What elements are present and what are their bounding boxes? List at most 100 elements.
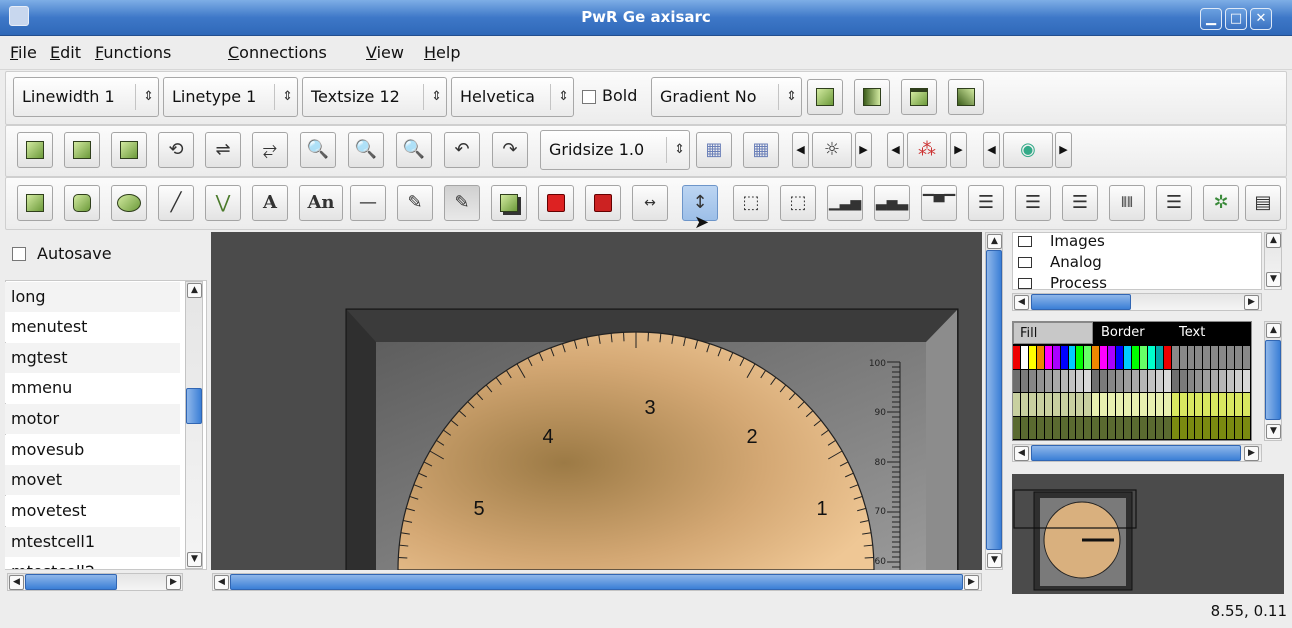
tree-item-process[interactable]: Process [1018, 275, 1107, 289]
color-palette-button[interactable]: ◉ [1003, 132, 1053, 168]
list-item[interactable]: movet [5, 465, 180, 495]
color-swatch[interactable] [1139, 346, 1147, 369]
color-swatch[interactable] [1203, 416, 1211, 439]
scroll-right-icon[interactable]: ▶ [1244, 295, 1259, 310]
fill-style-button-1[interactable] [807, 79, 843, 115]
color-swatch[interactable] [1044, 369, 1052, 392]
color-swatch[interactable] [1179, 393, 1187, 416]
color-swatch[interactable] [1139, 416, 1147, 439]
scroll-up-icon[interactable]: ▲ [187, 283, 202, 298]
color-swatch[interactable] [1235, 393, 1243, 416]
zoom-in-button[interactable]: 🔍 [300, 132, 336, 168]
mirror-button[interactable]: ⇌ [205, 132, 241, 168]
color-swatch[interactable] [1147, 393, 1155, 416]
flip-button[interactable]: ⥂ [252, 132, 288, 168]
rounded-rect-tool[interactable] [64, 185, 100, 221]
scroll-right-icon[interactable]: ▶ [166, 575, 181, 590]
autosave-checkbox[interactable] [12, 247, 26, 261]
list-item[interactable]: movesub [5, 435, 180, 465]
edit-tool[interactable]: ✎ [397, 185, 433, 221]
color-swatch[interactable] [1235, 346, 1243, 369]
push-tool[interactable] [585, 185, 621, 221]
color-swatch[interactable] [1155, 393, 1163, 416]
polyline-tool[interactable]: ⋁ [205, 185, 241, 221]
color-swatch[interactable] [1028, 416, 1036, 439]
rectangle-tool[interactable] [17, 185, 53, 221]
list-item[interactable]: menutest [5, 312, 180, 342]
list-item[interactable]: long [5, 282, 180, 312]
color-swatch[interactable] [1227, 346, 1235, 369]
color-swatch[interactable] [1227, 393, 1235, 416]
line-tool[interactable]: ╱ [158, 185, 194, 221]
pop-tool[interactable] [538, 185, 574, 221]
align-center-tool[interactable]: ▃▅▃ [874, 185, 910, 221]
color-swatch[interactable] [1219, 416, 1227, 439]
scroll-left-icon[interactable]: ◀ [1014, 446, 1029, 461]
canvas-hscroll-thumb[interactable] [230, 574, 963, 590]
color-swatch[interactable] [1076, 369, 1084, 392]
close-icon[interactable]: ✕ [1250, 8, 1272, 30]
color-swatch[interactable] [1132, 393, 1139, 416]
scroll-right-icon[interactable]: ▶ [964, 575, 979, 590]
list-item[interactable]: mmenu [5, 373, 180, 403]
color-swatch[interactable] [1187, 416, 1195, 439]
color-swatch[interactable] [1052, 416, 1060, 439]
ungroup-tool[interactable]: ⬚ [780, 185, 816, 221]
scroll-up-icon[interactable]: ▲ [987, 234, 1002, 249]
color-swatch[interactable] [1068, 393, 1076, 416]
gradient-combo[interactable]: Gradient No ⇕ [651, 77, 802, 117]
tree-item-analog[interactable]: Analog [1018, 252, 1102, 272]
color-palette-down-button[interactable]: ◀ [983, 132, 1000, 168]
canvas-vscroll-thumb[interactable] [986, 250, 1002, 550]
color-swatch[interactable] [1100, 393, 1108, 416]
color-swatch[interactable] [1116, 369, 1124, 392]
navigator-preview[interactable] [1012, 474, 1284, 594]
color-swatch[interactable] [1203, 393, 1211, 416]
color-swatch[interactable] [1013, 416, 1020, 439]
color-swatch[interactable] [1036, 346, 1044, 369]
show-grid-button[interactable]: ▦ [696, 132, 732, 168]
subgraph-tool[interactable]: ✲ [1203, 185, 1239, 221]
align-bottom-tool[interactable]: ▁▃▅ [827, 185, 863, 221]
color-swatch[interactable] [1052, 393, 1060, 416]
color-swatch[interactable] [1187, 369, 1195, 392]
color-swatch[interactable] [1124, 346, 1131, 369]
menu-edit[interactable]: Edit [50, 42, 81, 64]
color-swatch[interactable] [1179, 416, 1187, 439]
color-swatch[interactable] [1219, 346, 1227, 369]
color-swatch[interactable] [1139, 369, 1147, 392]
color-swatch[interactable] [1108, 393, 1116, 416]
properties-tool[interactable]: ▤ [1245, 185, 1281, 221]
color-swatch[interactable] [1155, 369, 1163, 392]
color-swatch[interactable] [1060, 393, 1068, 416]
bold-checkbox[interactable] [582, 90, 596, 104]
color-swatch[interactable] [1219, 393, 1227, 416]
color-swatch[interactable] [1084, 393, 1092, 416]
list-item[interactable]: movetest [5, 496, 180, 526]
color-swatch[interactable] [1163, 393, 1171, 416]
tree-hscroll-thumb[interactable] [1031, 294, 1131, 310]
align-right-tool[interactable]: ☰ [1062, 185, 1098, 221]
align-hcenter-tool[interactable]: ☰ [1015, 185, 1051, 221]
color-swatch[interactable] [1020, 369, 1028, 392]
menu-functions[interactable]: Functions [95, 42, 171, 64]
color-swatch[interactable] [1187, 393, 1195, 416]
color-swatch[interactable] [1060, 346, 1068, 369]
menu-connections[interactable]: Connections [228, 42, 327, 64]
color-swatch[interactable] [1227, 369, 1235, 392]
align-button-3[interactable] [111, 132, 147, 168]
color-swatch[interactable] [1100, 346, 1108, 369]
color-swatch[interactable] [1100, 369, 1108, 392]
color-swatch[interactable] [1076, 346, 1084, 369]
color-swatch[interactable] [1028, 346, 1036, 369]
tree-item-images[interactable]: Images [1018, 231, 1105, 251]
color-tone-button[interactable]: ⁂ [907, 132, 947, 168]
list-scroll-thumb[interactable] [186, 388, 202, 424]
color-swatch[interactable] [1211, 346, 1219, 369]
edit-active-tool[interactable]: ✎ [444, 185, 480, 221]
list-item[interactable]: mtestcell2 [5, 557, 180, 569]
color-swatch[interactable] [1227, 416, 1235, 439]
color-swatch[interactable] [1044, 393, 1052, 416]
color-swatch[interactable] [1108, 416, 1116, 439]
color-swatch[interactable] [1163, 416, 1171, 439]
